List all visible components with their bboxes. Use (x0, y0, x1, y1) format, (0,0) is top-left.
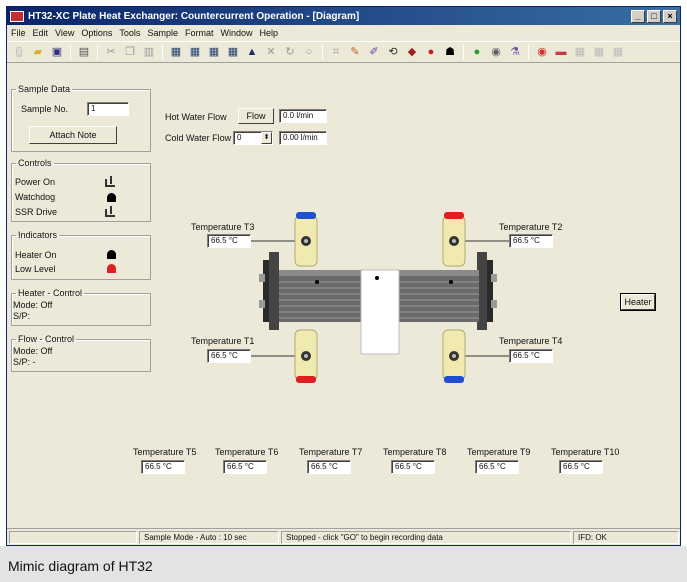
menu-window[interactable]: Window (220, 28, 252, 38)
chart-icon[interactable]: ▦ (224, 44, 242, 61)
menu-sample[interactable]: Sample (147, 28, 178, 38)
bell-icon[interactable]: ◆ (403, 44, 421, 61)
grid-icon[interactable]: ⚗ (506, 44, 524, 61)
close-button[interactable]: × (663, 9, 677, 23)
diagram-icon[interactable]: ▦ (167, 44, 185, 61)
t10-value: 66.5 °C (559, 460, 603, 474)
stop-red-icon[interactable]: ◉ (487, 44, 505, 61)
save-icon[interactable]: ▣ (48, 44, 66, 61)
status-blank (9, 531, 137, 544)
window-icon[interactable]: ◉ (533, 44, 551, 61)
graph-icon[interactable]: ▦ (205, 44, 223, 61)
t1-label: Temperature T1 (191, 336, 255, 346)
delete-icon[interactable]: ✕ (262, 44, 280, 61)
table-icon[interactable]: ▦ (186, 44, 204, 61)
t10-label: Temperature T10 (551, 447, 620, 457)
t2-value: 66.5 °C (509, 234, 553, 248)
cut-icon[interactable]: ✂ (102, 44, 120, 61)
new-file-icon[interactable]: ▯ (10, 44, 28, 61)
menu-help[interactable]: Help (259, 28, 278, 38)
menu-file[interactable]: File (11, 28, 26, 38)
t9-label: Temperature T9 (467, 447, 531, 457)
export-icon[interactable]: ▲ (243, 44, 261, 61)
t3-value: 66.5 °C (207, 234, 251, 248)
tile-icon[interactable]: ▦ (571, 44, 589, 61)
app-window: HT32-XC Plate Heat Exchanger: Countercur… (6, 6, 681, 546)
menu-edit[interactable]: Edit (33, 28, 49, 38)
maximize-button[interactable]: □ (647, 9, 661, 23)
paint-icon[interactable]: ✎ (346, 44, 364, 61)
status-bar: Sample Mode - Auto : 10 sec Stopped - cl… (7, 528, 680, 545)
diagram-area: Sample Data Sample No. 1 Attach Note Con… (7, 64, 680, 524)
settings-icon[interactable]: ☗ (441, 44, 459, 61)
t5-label: Temperature T5 (133, 447, 197, 457)
t4-value: 66.5 °C (509, 349, 553, 363)
open-folder-icon[interactable]: ▰ (29, 44, 47, 61)
t8-value: 66.5 °C (391, 460, 435, 474)
t6-label: Temperature T6 (215, 447, 279, 457)
window-title: HT32-XC Plate Heat Exchanger: Countercur… (28, 10, 360, 22)
status-ifd: IFD: OK (573, 531, 679, 544)
status-message: Stopped - click "GO" to begin recording … (281, 531, 571, 544)
print-icon[interactable]: ▤ (75, 44, 93, 61)
menu-format[interactable]: Format (185, 28, 214, 38)
figure-caption: Mimic diagram of HT32 (0, 546, 687, 582)
t9-value: 66.5 °C (475, 460, 519, 474)
menu-view[interactable]: View (55, 28, 74, 38)
toolbar: ▯ ▰ ▣ ▤ ✂ ❐ ▥ ▦ ▦ ▦ ▦ ▲ ✕ ↻ ○ ⌗ ✎ ✐ ⟲ ◆ … (7, 41, 680, 63)
t3-label: Temperature T3 (191, 222, 255, 232)
copy-icon[interactable]: ❐ (121, 44, 139, 61)
menu-tools[interactable]: Tools (119, 28, 140, 38)
link-icon[interactable]: ✐ (365, 44, 383, 61)
t8-label: Temperature T8 (383, 447, 447, 457)
t7-label: Temperature T7 (299, 447, 363, 457)
t7-value: 66.5 °C (307, 460, 351, 474)
t6-value: 66.5 °C (223, 460, 267, 474)
paste-icon[interactable]: ▥ (140, 44, 158, 61)
menu-bar: File Edit View Options Tools Sample Form… (7, 25, 680, 41)
tool-icon[interactable]: ● (468, 44, 486, 61)
arrange-icon[interactable]: ▦ (609, 44, 627, 61)
t5-value: 66.5 °C (141, 460, 185, 474)
calculator-icon[interactable]: ⌗ (327, 44, 345, 61)
status-sample-mode: Sample Mode - Auto : 10 sec (139, 531, 279, 544)
t4-label: Temperature T4 (499, 336, 563, 346)
stop-icon[interactable]: ○ (300, 44, 318, 61)
go-icon[interactable]: ● (422, 44, 440, 61)
help-icon[interactable]: ▬ (552, 44, 570, 61)
refresh-icon[interactable]: ↻ (281, 44, 299, 61)
heater-button[interactable]: Heater (620, 293, 656, 311)
record-icon[interactable]: ⟲ (384, 44, 402, 61)
t1-value: 66.5 °C (207, 349, 251, 363)
t2-label: Temperature T2 (499, 222, 563, 232)
app-icon (10, 10, 24, 22)
menu-options[interactable]: Options (81, 28, 112, 38)
cascade-icon[interactable]: ▦ (590, 44, 608, 61)
title-bar: HT32-XC Plate Heat Exchanger: Countercur… (7, 7, 680, 25)
minimize-button[interactable]: _ (631, 9, 645, 23)
